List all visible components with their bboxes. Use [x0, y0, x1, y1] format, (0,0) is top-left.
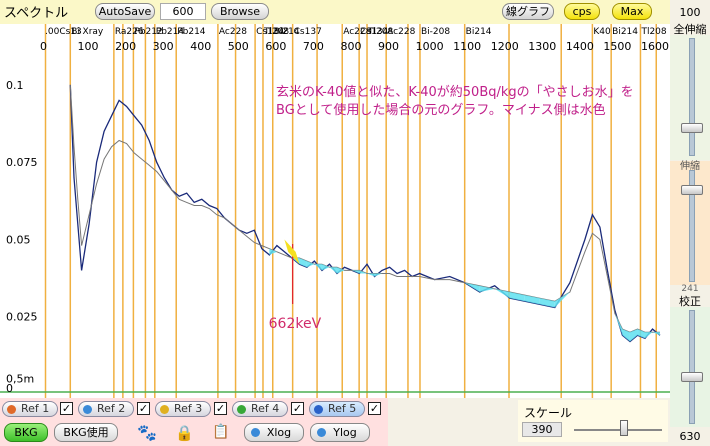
y-tick-label: 0.075: [6, 156, 38, 169]
toolbar: スペクトル AutoSave 600 Browse 線グラフ cps Max: [0, 0, 670, 24]
browse-button[interactable]: Browse: [211, 3, 269, 20]
ref-5-icon: [314, 405, 323, 414]
ref-4-icon: [237, 405, 246, 414]
calib-slider[interactable]: [681, 372, 703, 382]
clipboard-icon[interactable]: 📋: [212, 424, 229, 440]
marker-label: 662keV: [269, 316, 322, 332]
xlog-button[interactable]: Xlog: [244, 423, 304, 442]
x-tick-label: 1100: [453, 40, 481, 53]
x-tick-label: 0: [40, 40, 47, 53]
x-tick-label: 400: [190, 40, 211, 53]
ylog-button[interactable]: Ylog: [310, 423, 370, 442]
nuclide-label: Ac228: [387, 27, 415, 37]
x-tick-label: 900: [378, 40, 399, 53]
nuclide-label: Pb214: [177, 27, 206, 37]
autosave-button[interactable]: AutoSave: [95, 3, 155, 20]
y-tick-label: 0.1: [6, 79, 24, 92]
scale-track[interactable]: [574, 429, 662, 431]
x-tick-label: 600: [265, 40, 286, 53]
nuclide-label: Xray: [83, 27, 104, 37]
ref-4-button[interactable]: Ref 4: [232, 401, 288, 417]
y-tick-label: 0.025: [6, 311, 38, 324]
ref-4-checkbox[interactable]: ✓: [291, 402, 304, 415]
series-line: [69, 84, 660, 333]
ref-2-checkbox[interactable]: ✓: [137, 402, 150, 415]
calib-track[interactable]: [689, 310, 695, 424]
count-field[interactable]: 600: [160, 3, 206, 20]
nuclide-label: Bi214: [612, 27, 638, 37]
cps-button[interactable]: cps: [564, 3, 600, 20]
negative-fill: [644, 332, 653, 339]
nuclide-label: Cs137: [294, 27, 322, 37]
x-tick-label: 100: [78, 40, 99, 53]
scale-slider[interactable]: [681, 185, 703, 195]
x-tick-label: 200: [115, 40, 136, 53]
ref-2-button[interactable]: Ref 2: [78, 401, 134, 417]
paw-icon[interactable]: 🐾: [137, 423, 157, 442]
annotation-line-1: 玄米のK-40値と似た、K-40が約50Bq/kgの「やさしお水」を: [276, 84, 634, 100]
ref-1-button[interactable]: Ref 1: [2, 401, 58, 417]
ref-1-icon: [7, 405, 16, 414]
x-tick-label: 700: [303, 40, 324, 53]
x-tick-label: 300: [153, 40, 174, 53]
all-scale-slider[interactable]: [681, 123, 703, 133]
x-tick-label: 1400: [566, 40, 594, 53]
nuclide-label: K40: [593, 27, 611, 37]
lock-icon[interactable]: 🔒: [175, 424, 194, 442]
negative-fill: [329, 267, 337, 274]
series-line: [69, 84, 661, 343]
annotation-line-2: BGとして使用した場合の元のグラフ。マイナス側は水色: [276, 102, 606, 118]
scale-value: 390: [522, 422, 562, 437]
x-tick-label: 800: [340, 40, 361, 53]
negative-fill: [629, 329, 638, 342]
ref-bar: Ref 1 ✓ Ref 2 ✓ Ref 3 ✓ Ref 4 ✓ Ref 5 ✓: [0, 398, 388, 420]
spectrum-plot[interactable]: 0.1 0.075 0.05 0.025 0,5m 0.00Cs13 Bi Xray Ra226…: [0, 24, 670, 398]
bottom-toolbar: BKG BKG使用 🐾 🔒 📋 Xlog Ylog: [0, 420, 388, 446]
bkg-button[interactable]: BKG: [4, 423, 48, 442]
nuclide-label: Bi: [71, 27, 80, 37]
ref-5-button[interactable]: Ref 5: [309, 401, 365, 417]
line-graph-button[interactable]: 線グラフ: [502, 3, 554, 20]
right-panel: 100 全伸縮 伸縮 241 校正 630: [670, 0, 710, 446]
y-tick-label: 0: [6, 382, 13, 395]
scale-slider[interactable]: [620, 420, 628, 436]
nuclide-label: Bi-208: [421, 27, 450, 37]
ref-3-icon: [160, 405, 169, 414]
max-button[interactable]: Max: [612, 3, 652, 20]
ylog-icon: [317, 428, 326, 437]
ref-2-icon: [83, 405, 92, 414]
scale-panel: スケール 390: [518, 400, 668, 442]
x-tick-label: 1000: [416, 40, 444, 53]
xlog-icon: [251, 428, 260, 437]
x-tick-label: 1500: [603, 40, 631, 53]
bottom-value: 630: [679, 430, 701, 443]
nuclide-label: Ac228: [219, 27, 247, 37]
ref-5-checkbox[interactable]: ✓: [368, 402, 381, 415]
y-tick-label: 0.05: [6, 233, 31, 246]
ref-3-button[interactable]: Ref 3: [155, 401, 211, 417]
ref-3-checkbox[interactable]: ✓: [214, 402, 227, 415]
nuclide-label: Bi214: [466, 27, 492, 37]
spectrum-chart: 0.10.0750.050.0250,5m0.00Cs13Bi Xray Ra226…: [0, 24, 670, 398]
window-title: スペクトル: [4, 6, 69, 21]
x-tick-label: 500: [228, 40, 249, 53]
x-tick-label: 1300: [528, 40, 556, 53]
x-tick-label: 1600: [641, 40, 669, 53]
bkg-use-button[interactable]: BKG使用: [54, 423, 118, 442]
ref-1-checkbox[interactable]: ✓: [60, 402, 73, 415]
nuclide-label: Tl208: [640, 27, 666, 37]
top-value: 100: [679, 6, 701, 19]
x-tick-label: 1200: [491, 40, 519, 53]
scale-title: スケール: [524, 406, 573, 420]
all-scale-track[interactable]: [689, 38, 695, 156]
negative-fill: [622, 329, 630, 342]
peak-highlight: [284, 239, 300, 265]
